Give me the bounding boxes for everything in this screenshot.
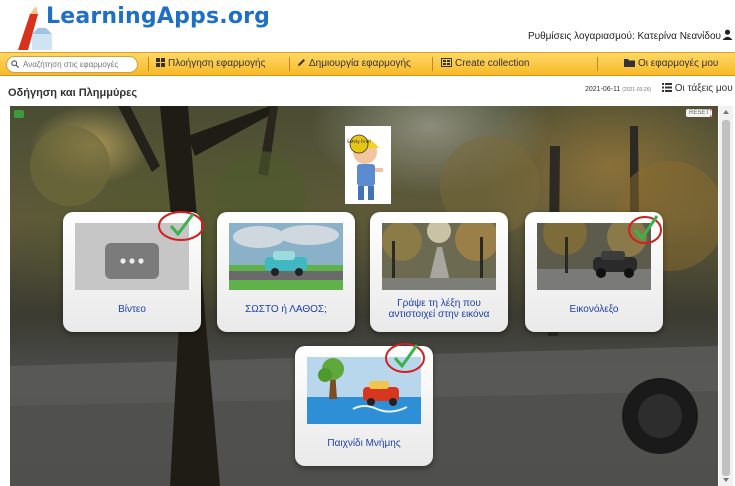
nav-browse-apps-label: Πλοήγηση εφαρμογής: [168, 58, 266, 69]
completed-check-icon: [158, 211, 204, 241]
pencil-icon: [298, 59, 305, 66]
date-label: 2021-06-11 (2021-03-26): [585, 86, 651, 93]
app-card-picture-word[interactable]: Εικονόλεξο: [525, 212, 663, 332]
title-row: Οδήγηση και Πλημμύρες 2021-06-11 (2021-0…: [0, 76, 735, 106]
date-small: (2021-03-26): [622, 87, 652, 93]
nav-browse-apps[interactable]: Πλοήγηση εφαρμογής: [156, 58, 265, 69]
app-stage: RESET Safety First! Βίντεο ΣΩΣΤΟ ή ΛΑΘΟΣ…: [10, 106, 718, 486]
page-title: Οδήγηση και Πλημμύρες: [8, 87, 138, 99]
user-icon[interactable]: [722, 29, 733, 40]
car-cartoon-image: [229, 223, 343, 290]
completed-check-icon: [385, 343, 425, 373]
safety-mascot-image: Safety First!: [345, 126, 391, 204]
list-icon: [662, 83, 672, 92]
app-card-label: Βίντεο: [118, 304, 146, 315]
app-card-memory-game[interactable]: Παιχνίδι Μνήμης: [295, 343, 433, 466]
app-card-label: Γράψε τη λέξη που αντιστοιχεί στην εικόν…: [388, 298, 490, 320]
collection-icon: [441, 58, 452, 67]
app-card-label: ΣΩΣΤΟ ή ΛΑΘΟΣ;: [245, 304, 327, 315]
app-card-label: Παιχνίδι Μνήμης: [327, 438, 401, 449]
fullscreen-icon[interactable]: [710, 108, 718, 118]
nav-create-collection-label: Create collection: [455, 58, 530, 69]
date-value: 2021-06-11: [585, 86, 621, 93]
nav-separator: [289, 57, 290, 71]
true-false-thumbnail: [229, 223, 343, 290]
nav-separator: [148, 57, 149, 71]
scroll-up-arrow-icon[interactable]: [723, 110, 729, 114]
nav-my-apps-label: Οι εφαρμογές μου: [638, 58, 719, 69]
app-card-true-false[interactable]: ΣΩΣΤΟ ή ΛΑΘΟΣ;: [217, 212, 355, 332]
logo-text[interactable]: LearningApps.org: [46, 4, 270, 29]
header: LearningApps.org Ρυθμίσεις λογαριασμού: …: [0, 0, 735, 52]
reset-button[interactable]: RESET: [685, 109, 712, 117]
folder-icon: [624, 59, 635, 67]
mascot-text: Safety First!: [347, 139, 371, 144]
flooded-road-image: [382, 223, 496, 290]
completed-check-icon: [628, 215, 662, 244]
search-input[interactable]: Αναζήτηση στις εφαρμογές: [6, 56, 138, 73]
app-card-video[interactable]: Βίντεο: [63, 211, 204, 332]
app-status-icon: [14, 110, 24, 118]
scroll-down-arrow-icon[interactable]: [723, 478, 729, 482]
nav-separator: [432, 57, 433, 71]
grid-icon: [156, 58, 165, 67]
app-card-write-word[interactable]: Γράψε τη λέξη που αντιστοιχεί στην εικόν…: [370, 212, 508, 332]
my-classes-link[interactable]: Οι τάξεις μου: [662, 83, 733, 94]
scrollbar-thumb[interactable]: [722, 120, 730, 476]
write-word-thumbnail: [382, 223, 496, 290]
search-icon: [11, 60, 19, 68]
nav-create-collection[interactable]: Create collection: [441, 58, 529, 69]
account-settings-link[interactable]: Ρυθμίσεις λογαριασμού: Κατερίνα Νεανίδου: [528, 31, 721, 42]
nav-create-app-label: Δημιουργία εφαρμογής: [309, 58, 411, 69]
nav-my-apps[interactable]: Οι εφαρμογές μου: [624, 58, 718, 69]
nav-separator: [597, 57, 598, 71]
navbar: Αναζήτηση στις εφαρμογές Πλοήγηση εφαρμο…: [0, 52, 735, 76]
my-classes-label: Οι τάξεις μου: [674, 83, 733, 94]
nav-create-app[interactable]: Δημιουργία εφαρμογής: [297, 58, 411, 69]
search-placeholder: Αναζήτηση στις εφαρμογές: [23, 60, 119, 69]
app-card-label: Εικονόλεξο: [569, 304, 619, 315]
vertical-scrollbar[interactable]: [719, 106, 733, 486]
